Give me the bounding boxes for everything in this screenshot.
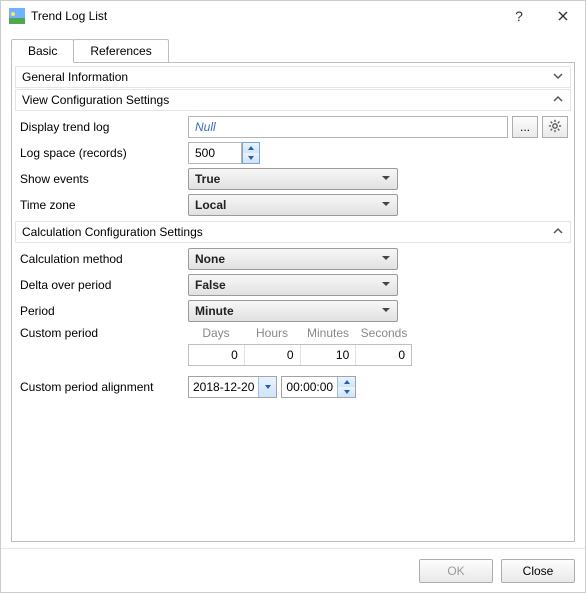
seconds-value[interactable]: 0 [356, 345, 411, 365]
chevron-down-icon [381, 304, 391, 318]
spin-down-icon[interactable] [338, 387, 355, 397]
section-calculation-configuration[interactable]: Calculation Configuration Settings [15, 221, 571, 243]
log-space-stepper[interactable]: 500 [188, 142, 260, 164]
time-spinner[interactable] [337, 377, 355, 397]
chevron-down-icon [381, 278, 391, 292]
select-value: False [195, 278, 381, 292]
row-display-trend-log: Display trend log Null ... [14, 114, 572, 140]
section-view-configuration[interactable]: View Configuration Settings [15, 89, 571, 111]
calc-section-body: Calculation method None Delta over perio… [14, 244, 572, 402]
section-title: General Information [22, 70, 128, 84]
row-custom-period-headers: Custom period Days Hours Minutes Seconds [14, 324, 572, 342]
label: Display trend log [18, 120, 188, 134]
delta-over-period-select[interactable]: False [188, 274, 398, 296]
minutes-value[interactable]: 10 [301, 345, 357, 365]
hdr-minutes: Minutes [300, 326, 356, 340]
chevron-down-icon [381, 252, 391, 266]
spinner-buttons[interactable] [242, 142, 260, 164]
label: Delta over period [18, 278, 188, 292]
browse-button[interactable]: ... [512, 116, 538, 138]
spin-up-icon[interactable] [243, 143, 259, 153]
tab-bar: Basic References [11, 39, 575, 63]
close-button-footer[interactable]: Close [501, 559, 575, 583]
label: Custom period alignment [18, 380, 188, 394]
chevron-up-icon [552, 93, 564, 108]
days-value[interactable]: 0 [189, 345, 245, 365]
settings-button[interactable] [542, 116, 568, 138]
time-zone-select[interactable]: Local [188, 194, 398, 216]
row-custom-period-values: 0 0 10 0 [14, 342, 572, 368]
section-title: View Configuration Settings [22, 93, 169, 107]
spin-down-icon[interactable] [243, 153, 259, 163]
dialog-body: Basic References General Information Vie… [1, 31, 585, 548]
spin-up-icon[interactable] [338, 377, 355, 387]
date-dropdown-icon[interactable] [258, 377, 276, 397]
calculation-method-select[interactable]: None [188, 248, 398, 270]
alignment-date-input[interactable]: 2018-12-20 [188, 376, 277, 398]
dialog-title: Trend Log List [31, 9, 497, 23]
dialog-footer: OK Close [1, 548, 585, 592]
period-select[interactable]: Minute [188, 300, 398, 322]
row-time-zone: Time zone Local [14, 192, 572, 218]
section-title: Calculation Configuration Settings [22, 225, 203, 239]
titlebar: Trend Log List ? [1, 1, 585, 31]
label: Show events [18, 172, 188, 186]
ok-button[interactable]: OK [419, 559, 493, 583]
select-value: Minute [195, 304, 381, 318]
row-period: Period Minute [14, 298, 572, 324]
select-value: True [195, 172, 381, 186]
time-value[interactable]: 00:00:00 [282, 377, 337, 397]
dialog-window: Trend Log List ? Basic References Genera… [0, 0, 586, 593]
display-trend-log-input[interactable]: Null [188, 116, 508, 138]
tab-content: General Information View Configuration S… [11, 62, 575, 542]
view-section-body: Display trend log Null ... Log space (re… [14, 112, 572, 220]
app-icon [9, 8, 25, 24]
close-button[interactable] [541, 2, 585, 30]
row-log-space: Log space (records) 500 [14, 140, 572, 166]
hdr-hours: Hours [244, 326, 300, 340]
label: Log space (records) [18, 146, 188, 160]
select-value: Local [195, 198, 381, 212]
hours-value[interactable]: 0 [245, 345, 301, 365]
chevron-down-icon [381, 172, 391, 186]
row-custom-period-alignment: Custom period alignment 2018-12-20 00:00… [14, 374, 572, 400]
tab-basic[interactable]: Basic [11, 39, 74, 63]
label: Period [18, 304, 188, 318]
label: Time zone [18, 198, 188, 212]
chevron-down-icon [381, 198, 391, 212]
show-events-select[interactable]: True [188, 168, 398, 190]
chevron-up-icon [552, 225, 564, 240]
tab-references[interactable]: References [73, 39, 168, 63]
row-delta-over-period: Delta over period False [14, 272, 572, 298]
row-show-events: Show events True [14, 166, 572, 192]
custom-period-input[interactable]: 0 0 10 0 [188, 344, 412, 366]
chevron-down-icon [552, 70, 564, 85]
log-space-input[interactable]: 500 [188, 142, 242, 164]
date-value[interactable]: 2018-12-20 [189, 377, 258, 397]
label: Calculation method [18, 252, 188, 266]
select-value: None [195, 252, 381, 266]
gear-icon [548, 119, 562, 136]
row-calculation-method: Calculation method None [14, 246, 572, 272]
help-button[interactable]: ? [497, 2, 541, 30]
label: Custom period [18, 326, 188, 340]
hdr-seconds: Seconds [356, 326, 412, 340]
period-headers: Days Hours Minutes Seconds [188, 326, 412, 340]
alignment-time-input[interactable]: 00:00:00 [281, 376, 356, 398]
hdr-days: Days [188, 326, 244, 340]
section-general-information[interactable]: General Information [15, 66, 571, 88]
